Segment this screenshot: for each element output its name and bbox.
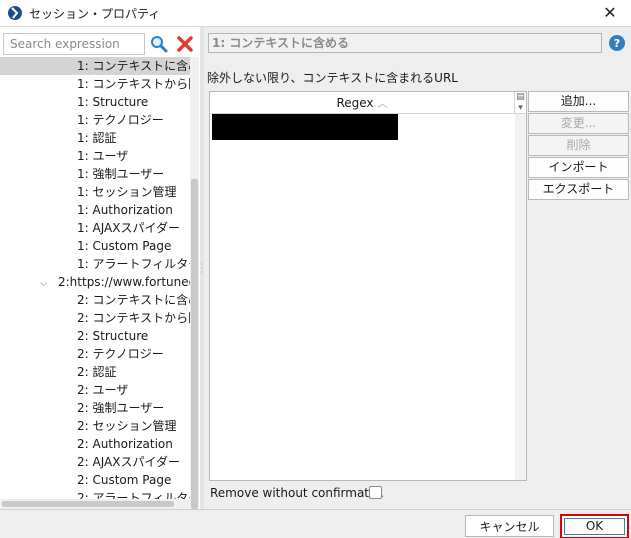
tree-item[interactable]: 1: Authorization (0, 201, 190, 219)
tree-item[interactable]: 2: コンテキストから除 (0, 309, 190, 327)
panel-title: 1: コンテキストに含める (208, 33, 602, 53)
chevron-down-icon[interactable]: ⌵ (40, 275, 58, 291)
tree-item[interactable]: 1: 強制ユーザー (0, 165, 190, 183)
tree-item-label: 2:https://www.fortunegat (58, 275, 190, 289)
window-title: セッション・プロパティ (29, 6, 161, 21)
cancel-button[interactable]: キャンセル (465, 515, 554, 537)
regex-column-header[interactable]: Regex ︿ (210, 92, 514, 114)
tree-item-label: 1: ユーザ (77, 149, 129, 163)
tree-item-label: 1: Structure (77, 95, 149, 109)
remove-without-confirmation-checkbox[interactable] (369, 486, 382, 499)
tree-item-label: 1: 強制ユーザー (77, 167, 165, 181)
tree-item-label: 1: Authorization (77, 203, 173, 217)
column-chooser-icon[interactable]: ▤ ▾ (514, 92, 526, 114)
tree-item-label: 2: 強制ユーザー (77, 401, 165, 415)
tree-item-label: 2: ユーザ (77, 383, 129, 397)
tree-item[interactable]: 1: セッション管理 (0, 183, 190, 201)
dialog-body: 1: コンテキストに含め 1: コンテキストから除 1: Structure 1: テ… (0, 26, 631, 538)
tree-item[interactable]: 2: Authorization (0, 435, 190, 453)
panel-description: 除外しない限り、コンテキストに含まれるURL (207, 71, 458, 85)
tree-pane: 1: コンテキストに含め 1: コンテキストから除 1: Structure 1: テ… (0, 27, 200, 509)
ok-button-label: OK (564, 518, 625, 535)
table-row[interactable] (212, 114, 398, 140)
import-button[interactable]: インポート (528, 157, 629, 178)
delete-button[interactable]: 削除 (528, 135, 629, 156)
tree-vertical-scrollbar[interactable] (190, 57, 199, 509)
tree-item-label: 1: 認証 (77, 131, 117, 145)
tree-item-label: 2: テクノロジー (77, 347, 164, 361)
tree-item[interactable]: 2: コンテキストに含め (0, 291, 190, 309)
tree-item-label: 1: セッション管理 (77, 185, 177, 199)
tree-item[interactable]: 2: ユーザ (0, 381, 190, 399)
tree-item[interactable]: 2: Custom Page (0, 471, 190, 489)
tree-item-label: 1: コンテキストから除 (77, 77, 190, 91)
tree-item-label: 1: テクノロジー (77, 113, 164, 127)
tree-item[interactable]: 2: 強制ユーザー (0, 399, 190, 417)
tree-item-label: 2: コンテキストに含め (77, 293, 190, 307)
tree-item[interactable]: 2: 認証 (0, 363, 190, 381)
search-input[interactable] (3, 33, 145, 55)
table-action-buttons: 追加... 変更... 削除 インポート エクスポート (528, 91, 630, 201)
help-icon[interactable]: ? (608, 34, 626, 52)
regex-column-label: Regex (336, 96, 374, 110)
tree-item[interactable]: 1: ユーザ (0, 147, 190, 165)
tree-item[interactable]: 1: Structure (0, 93, 190, 111)
title-bar: セッション・プロパティ ✕ (0, 0, 631, 26)
tree-item[interactable]: 2: Structure (0, 327, 190, 345)
tree-item-label: 1: コンテキストに含め (77, 59, 190, 73)
tree-item-label: 1: Custom Page (77, 239, 172, 253)
tree-item[interactable]: 1: テクノロジー (0, 111, 190, 129)
zap-app-icon (8, 6, 22, 20)
export-button[interactable]: エクスポート (528, 179, 629, 200)
tree-horizontal-scrollbar[interactable] (0, 499, 190, 509)
tree-item[interactable]: 2: AJAXスパイダー (0, 453, 190, 471)
clear-filter-icon[interactable] (175, 34, 195, 54)
tree-item-label: 2: Custom Page (77, 473, 172, 487)
tree-context-node[interactable]: ⌵2:https://www.fortunegat (0, 273, 190, 291)
tree-item-label: 2: セッション管理 (77, 419, 177, 433)
tree-item-label: 2: Structure (77, 329, 149, 343)
tree-item-label: 2: AJAXスパイダー (77, 455, 180, 469)
tree-horizontal-scroll-thumb[interactable] (2, 501, 174, 507)
dialog-footer: キャンセル OK (0, 509, 631, 538)
tree-item-label: 1: AJAXスパイダー (77, 221, 180, 235)
add-button[interactable]: 追加... (528, 91, 629, 112)
search-icon[interactable] (149, 34, 169, 54)
ok-button[interactable]: OK (560, 514, 629, 538)
tree-item[interactable]: 1: コンテキストから除 (0, 75, 190, 93)
context-tree: 1: コンテキストに含め 1: コンテキストから除 1: Structure 1: テ… (0, 57, 190, 501)
tree-item-label: 2: Authorization (77, 437, 173, 451)
tree-item-label: 2: コンテキストから除 (77, 311, 190, 325)
tree-item[interactable]: 1: 認証 (0, 129, 190, 147)
tree-item[interactable]: 1: アラートフィルター (0, 255, 190, 273)
table-vertical-scrollbar[interactable] (515, 114, 526, 480)
svg-text:?: ? (614, 37, 620, 50)
properties-panel: 1: コンテキストに含める ? 除外しない限り、コンテキストに含まれるURL R… (204, 27, 631, 509)
tree-item[interactable]: 1: AJAXスパイダー (0, 219, 190, 237)
close-icon[interactable]: ✕ (599, 2, 621, 24)
tree-item[interactable]: 2: テクノロジー (0, 345, 190, 363)
tree-item[interactable]: 1: Custom Page (0, 237, 190, 255)
tree-item-label: 2: 認証 (77, 365, 117, 379)
modify-button[interactable]: 変更... (528, 113, 629, 134)
sort-ascending-icon: ︿ (377, 99, 388, 110)
regex-table: Regex ︿ ▤ ▾ (209, 91, 527, 481)
tree-item-label: 1: アラートフィルター (77, 257, 190, 271)
remove-without-confirmation-label: Remove without confirmati... (210, 486, 384, 500)
tree-item[interactable]: 1: コンテキストに含め (0, 57, 190, 75)
tree-item[interactable]: 2: セッション管理 (0, 417, 190, 435)
tree-vertical-scroll-thumb[interactable] (191, 179, 198, 509)
